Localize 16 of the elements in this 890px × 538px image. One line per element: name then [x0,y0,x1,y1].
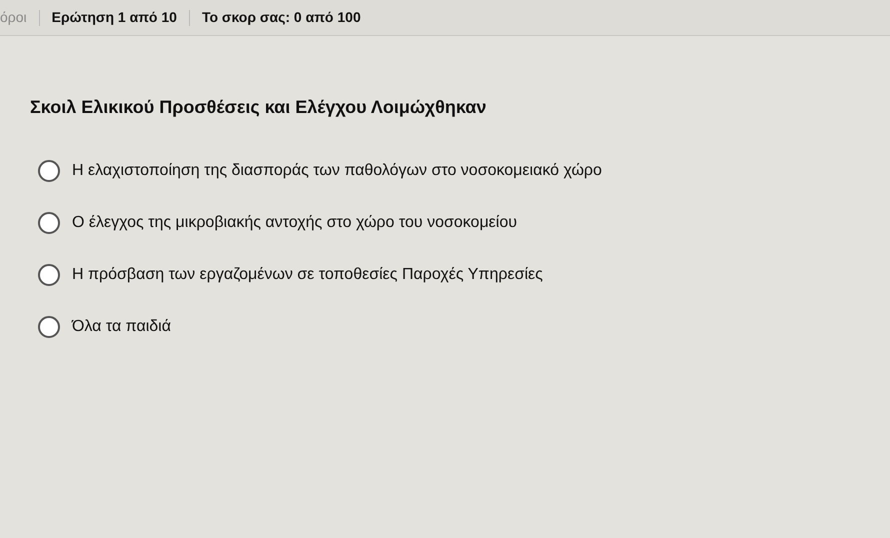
radio-button[interactable] [38,316,60,338]
option-label: Όλα τα παιδιά [72,317,171,337]
top-bar-item: Ερώτηση 1 από 10 [52,8,177,27]
radio-button[interactable] [38,212,60,234]
option-label: Ο έλεγχος της μικροβιακής αντοχής στο χώρο του νοσοκομείου [72,213,517,233]
question-text: Σκοιλ Ελικικού Προσθέσεις και Ελέγχου Λοιμώχθηκαν [30,96,488,119]
answer-option[interactable]: Ο έλεγχος της μικροβιακής αντοχής στο χώρο του νοσοκομείου [38,211,890,235]
top-bar-item: όροι [0,8,27,27]
answer-option[interactable]: Η ελαχιστοποίηση της διασποράς των παθολόγων στο νοσοκομειακό χώρο [38,159,890,183]
option-label: Η ελαχιστοποίηση της διασποράς των παθολόγων στο νοσοκομειακό χώρο [72,161,602,181]
radio-button[interactable] [38,264,60,286]
answer-option[interactable]: Η πρόσβαση των εργαζομένων σε τοποθεσίες Παροχές Υπηρεσίες [38,263,890,287]
option-label: Η πρόσβαση των εργαζομένων σε τοποθεσίες Παροχές Υπηρεσίες [72,265,543,285]
radio-button[interactable] [38,160,60,182]
top-bar-item: Το σκορ σας: 0 από 100 [202,8,361,27]
answer-option[interactable]: Όλα τα παιδιά [38,315,890,339]
